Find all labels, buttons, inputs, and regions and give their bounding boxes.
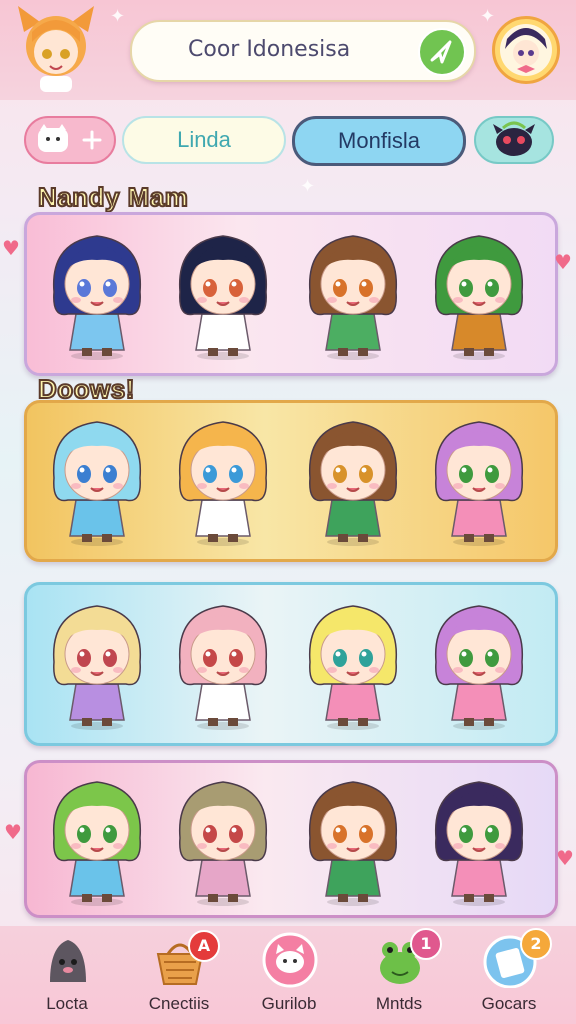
- black-monster-icon: [493, 121, 535, 156]
- tab-monfisla[interactable]: Monfisla: [292, 116, 466, 166]
- chibi-character-icon[interactable]: [294, 768, 412, 908]
- notification-badge: A: [188, 930, 220, 962]
- nav-label-cnectiis: Cnectiis: [148, 994, 210, 1013]
- chibi-character-icon[interactable]: [420, 408, 538, 548]
- paper-plane-icon: [430, 40, 452, 64]
- chibi-character-icon[interactable]: [38, 592, 156, 732]
- search-bar[interactable]: Coor Idonesisa: [130, 20, 476, 82]
- heart-icon: ♥: [554, 250, 572, 274]
- nav-label-gocars: Gocars: [481, 994, 537, 1013]
- chibi-character-icon[interactable]: [420, 592, 538, 732]
- chibi-character-icon[interactable]: [294, 592, 412, 732]
- chibi-character-icon[interactable]: [164, 222, 282, 362]
- nav-item-cnectiis[interactable]: A Cnectiis: [124, 926, 234, 1024]
- profile-avatar[interactable]: [492, 16, 560, 84]
- chibi-character-icon[interactable]: [420, 768, 538, 908]
- search-text: Coor Idonesisa: [188, 37, 351, 62]
- chibi-character-icon[interactable]: [164, 768, 282, 908]
- chibi-character-icon[interactable]: [164, 592, 282, 732]
- nav-label-gurilob: Gurilob: [261, 994, 317, 1013]
- cat-plus-icon: [38, 124, 102, 152]
- chibi-character-icon[interactable]: [38, 768, 156, 908]
- sparkle-icon: ✦: [110, 6, 126, 27]
- nav-item-locta[interactable]: Locta: [12, 926, 122, 1024]
- chibi-character-icon[interactable]: [38, 408, 156, 548]
- cat-face-icon: [262, 932, 318, 988]
- chibi-character-icon[interactable]: [294, 408, 412, 548]
- mole-icon: [50, 940, 86, 982]
- search-go-button[interactable]: [418, 28, 466, 76]
- chibi-character-icon[interactable]: [38, 222, 156, 362]
- nav-label-mntds: Mntds: [375, 994, 423, 1013]
- nav-item-mntds[interactable]: 1 Mntds: [344, 926, 454, 1024]
- heart-icon: ♥: [556, 846, 574, 870]
- section-title-1: Nandy Mam: [37, 181, 189, 213]
- notification-badge: 1: [410, 928, 442, 960]
- chibi-character-icon[interactable]: [164, 408, 282, 548]
- nav-item-gocars[interactable]: 2 Gocars: [454, 926, 564, 1024]
- tab-monster[interactable]: [474, 116, 554, 164]
- sparkle-icon: ✦: [300, 176, 316, 197]
- witch-girl-avatar-icon: [500, 24, 552, 76]
- tab-linda[interactable]: Linda: [122, 116, 286, 164]
- chibi-character-icon[interactable]: [294, 222, 412, 362]
- nav-item-gurilob[interactable]: Gurilob: [234, 926, 344, 1024]
- sparkle-icon: ✦: [480, 6, 496, 27]
- nav-label-locta: Locta: [46, 994, 88, 1013]
- bottom-navigation: Locta A Cnectiis Gurilob 1 Mntds 2 Gocar…: [0, 926, 576, 1024]
- notification-badge: 2: [520, 928, 552, 960]
- chibi-character-icon[interactable]: [420, 222, 538, 362]
- heart-icon: ♥: [2, 236, 20, 260]
- tab-add-friend[interactable]: [24, 116, 116, 164]
- heart-icon: ♥: [4, 820, 22, 844]
- fox-girl-avatar-icon[interactable]: [10, 2, 102, 94]
